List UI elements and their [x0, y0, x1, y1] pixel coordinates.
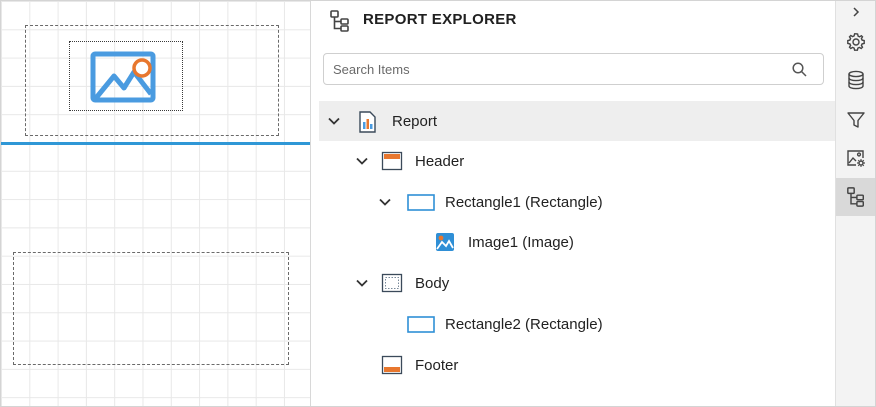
tree-item-label: Report	[392, 113, 438, 130]
chevron-down-icon[interactable]	[378, 195, 392, 209]
rectangle-icon	[407, 194, 435, 211]
tree-item-report[interactable]: Report	[319, 101, 835, 141]
chevron-right-icon	[853, 7, 860, 17]
report-explorer-icon	[330, 10, 349, 32]
chevron-down-icon[interactable]	[355, 276, 369, 290]
chevron-down-icon[interactable]	[355, 154, 369, 168]
image-icon	[436, 233, 454, 251]
filter-icon	[847, 112, 865, 128]
image-manager-button[interactable]	[836, 139, 875, 177]
design-canvas[interactable]	[1, 1, 311, 406]
database-icon	[848, 70, 864, 90]
image1-element[interactable]	[69, 41, 183, 111]
tree-item-label: Image1 (Image)	[468, 234, 574, 251]
tree-item-header[interactable]: Header	[319, 141, 835, 181]
tree-item-label: Body	[415, 275, 450, 292]
report-explorer-panel: REPORT EXPLORER Report	[311, 1, 835, 406]
panel-header: REPORT EXPLORER	[311, 1, 835, 41]
header-band-separator[interactable]	[1, 142, 310, 145]
tree-item-label: Rectangle2 (Rectangle)	[445, 316, 603, 333]
panel-title: REPORT EXPLORER	[363, 11, 517, 28]
body-band-icon	[381, 273, 403, 293]
report-designer: REPORT EXPLORER Report	[0, 0, 876, 407]
data-button[interactable]	[836, 61, 875, 99]
gear-icon	[847, 33, 865, 51]
tree-item-body[interactable]: Body	[319, 263, 835, 303]
tree-item-rectangle1[interactable]: Rectangle1 (Rectangle)	[319, 182, 835, 222]
footer-band-icon	[381, 355, 403, 375]
report-explorer-icon	[847, 187, 864, 207]
header-band-icon	[381, 151, 403, 171]
chevron-down-icon[interactable]	[327, 114, 341, 128]
collapse-panel-button[interactable]	[836, 1, 875, 23]
search-box[interactable]	[323, 53, 824, 85]
tree-item-label: Rectangle1 (Rectangle)	[445, 194, 603, 211]
rectangle-icon	[407, 316, 435, 333]
properties-button[interactable]	[836, 23, 875, 61]
search-icon[interactable]	[792, 62, 807, 77]
rectangle2-element[interactable]	[13, 252, 289, 365]
right-toolbar	[835, 1, 875, 406]
tree-item-footer[interactable]: Footer	[319, 345, 835, 385]
tree-item-image1[interactable]: Image1 (Image)	[319, 222, 835, 262]
report-explorer-button[interactable]	[836, 178, 875, 216]
tree-item-label: Header	[415, 153, 465, 170]
tree-item-label: Footer	[415, 357, 459, 374]
search-input[interactable]	[325, 55, 783, 83]
tree-item-rectangle2[interactable]: Rectangle2 (Rectangle)	[319, 304, 835, 344]
image-settings-icon	[847, 150, 865, 167]
image-placeholder-icon	[90, 51, 156, 103]
filter-button[interactable]	[836, 101, 875, 139]
report-icon	[359, 111, 376, 133]
